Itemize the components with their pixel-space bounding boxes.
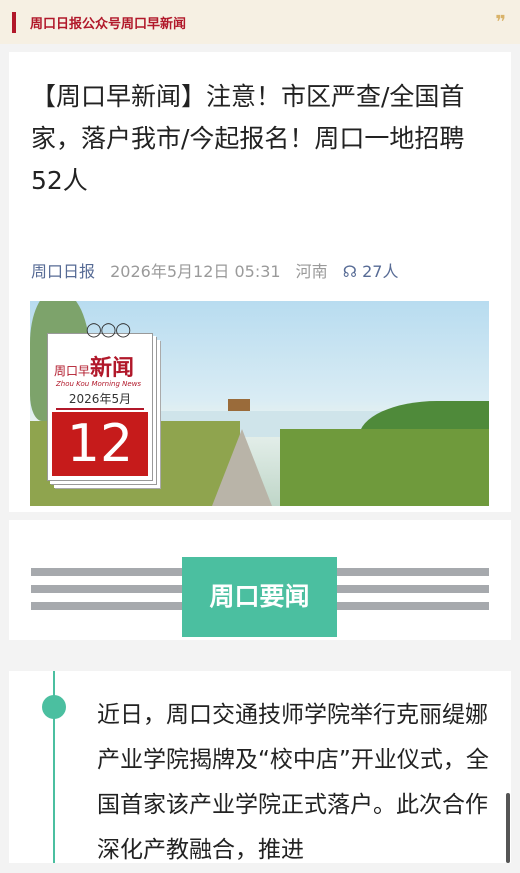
brand-big: 新闻 [90,356,135,381]
headphones-icon: ☊ [342,262,357,281]
brand-english: Zhou Kou Morning News [56,380,142,388]
timeline-dot [42,695,66,719]
brand-small: 周口早 [54,364,91,378]
calendar-brand: 周口早新闻 [54,350,134,382]
location: 河南 [295,262,328,281]
article-headline: 【周口早新闻】注意！市区严查/全国首家，落户我市/今起报名！周口一地招聘52人 [31,82,465,195]
scrollbar[interactable] [506,793,510,863]
article-header-card: 【周口早新闻】注意！市区严查/全国首家，落户我市/今起报名！周口一地招聘52人 … [9,52,511,512]
cover-image: ◯◯◯ 周口早新闻 Zhou Kou Morning News 2026年5月 … [30,301,489,506]
article-meta: 周口日报 2026年5月12日 05:31 河南 ☊ 27人 [31,258,501,282]
body-paragraph: 近日，周口交通技师学院举行克丽缇娜产业学院揭牌及“校中店”开业仪式，全国首家该产… [97,702,489,863]
boardwalk [212,429,272,506]
account-title[interactable]: 周口日报公众号周口早新闻 [30,13,186,32]
section-banner: 周口要闻 [9,520,511,640]
account-header-bar: 周口日报公众号周口早新闻 ❞ [0,0,520,44]
calendar-rings-icon: ◯◯◯ [86,322,131,338]
article-body: 近日，周口交通技师学院举行克丽缇娜产业学院揭牌及“校中店”开业仪式，全国首家该产… [9,671,511,863]
accent-bar [12,12,16,33]
source-link[interactable]: 周口日报 [31,262,95,281]
listen-count: 27人 [362,262,399,281]
calendar-day: 12 [52,412,148,476]
calendar-badge: ◯◯◯ 周口早新闻 Zhou Kou Morning News 2026年5月 … [47,322,153,481]
section-title: 周口要闻 [182,557,337,637]
quote-icon: ❞ [495,12,506,33]
listen-button[interactable]: ☊ 27人 [343,262,399,281]
reeds-right [280,429,489,506]
publish-date: 2026年5月12日 05:31 [110,262,281,281]
calendar-month: 2026年5月 [56,391,144,410]
pavilion [228,399,250,411]
